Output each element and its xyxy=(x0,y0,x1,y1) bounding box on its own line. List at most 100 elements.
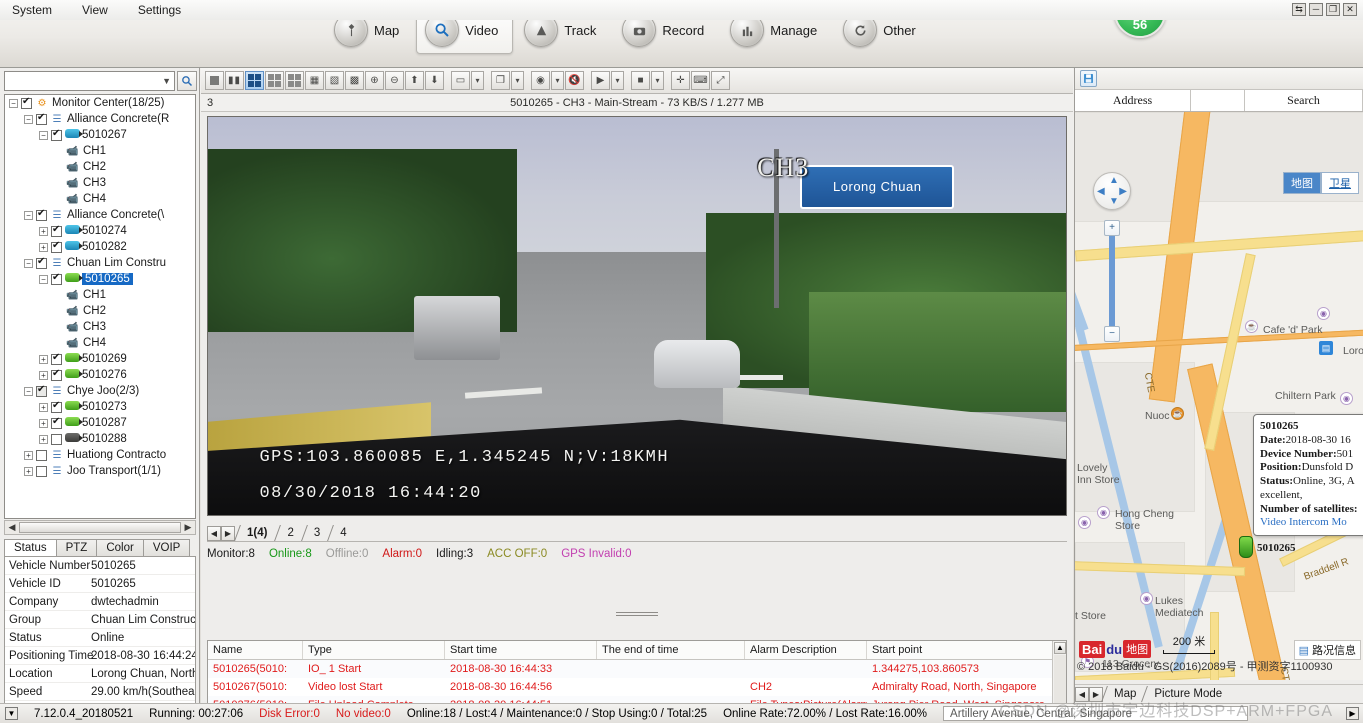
vehicle-marker-icon[interactable] xyxy=(1239,536,1253,558)
search-button[interactable] xyxy=(177,71,197,91)
window-icon[interactable]: ❐ xyxy=(491,71,510,90)
video-page-tab-2[interactable]: 2 xyxy=(275,525,301,541)
expand-icon[interactable]: + xyxy=(39,371,48,380)
snapshot-dropdown-icon[interactable]: ▾ xyxy=(551,71,564,90)
pan-down-icon[interactable]: ▼ xyxy=(1109,196,1119,207)
tree-node[interactable]: 📹CH1 xyxy=(5,287,195,303)
grid-4x4-icon[interactable]: ▩ xyxy=(345,71,364,90)
window-dropdown-icon[interactable]: ▾ xyxy=(511,71,524,90)
video-stream-view[interactable]: Lorong Chuan CH3 GPS:103.860085 E,1.3452… xyxy=(207,116,1067,516)
video-page-tab-1[interactable]: 1(4) xyxy=(235,525,275,541)
fullscreen-icon[interactable]: ⤢ xyxy=(711,71,730,90)
grid-2x2-icon[interactable] xyxy=(245,71,264,90)
tree-node[interactable]: −⚙Monitor Center(18/25) xyxy=(5,95,195,111)
traffic-info-button[interactable]: ▤ 路况信息 xyxy=(1294,640,1361,660)
tree-node-checkbox[interactable] xyxy=(51,354,62,365)
tree-node[interactable]: +5010288 xyxy=(5,431,195,447)
scroll-right-icon[interactable]: ▶ xyxy=(181,522,195,533)
zoom-in-button[interactable]: + xyxy=(1104,220,1120,236)
map-transit-icon[interactable]: ▤ xyxy=(1319,341,1333,355)
save-icon[interactable] xyxy=(1080,70,1097,87)
collapse-icon[interactable]: − xyxy=(39,131,48,140)
collapse-icon[interactable]: − xyxy=(24,211,33,220)
collapse-icon[interactable]: − xyxy=(24,115,33,124)
scroll-thumb[interactable] xyxy=(19,522,181,533)
expand-icon[interactable]: + xyxy=(39,403,48,412)
ptz-icon[interactable]: ✛ xyxy=(671,71,690,90)
zoom-out-icon[interactable]: ⊖ xyxy=(385,71,404,90)
record-icon[interactable]: ■ xyxy=(631,71,650,90)
tree-node[interactable]: +☰Huationg Contracto xyxy=(5,447,195,463)
pause-icon[interactable]: ▮▮ xyxy=(225,71,244,90)
mute-icon[interactable]: 🔇 xyxy=(565,71,584,90)
stop-icon[interactable] xyxy=(205,71,224,90)
pan-up-icon[interactable]: ▲ xyxy=(1109,175,1119,186)
tree-node-checkbox[interactable] xyxy=(51,402,62,413)
table-row[interactable]: 5010267(5010:Video lost Start2018-08-30 … xyxy=(208,678,1066,696)
page-up-icon[interactable]: ⬆ xyxy=(405,71,424,90)
map-poi-icon[interactable]: ◉ xyxy=(1097,506,1110,519)
maximize-icon[interactable]: ❐ xyxy=(1326,3,1340,16)
tree-node[interactable]: 📹CH4 xyxy=(5,335,195,351)
map-tab-map[interactable]: Map xyxy=(1103,687,1143,701)
tree-node[interactable]: +5010287 xyxy=(5,415,195,431)
popup-link-more[interactable]: Mo xyxy=(1331,516,1346,528)
pan-left-icon[interactable]: ◀ xyxy=(1097,186,1105,197)
collapse-icon[interactable]: − xyxy=(39,275,48,284)
expand-icon[interactable]: + xyxy=(39,243,48,252)
map-type-roadmap[interactable]: 地图 xyxy=(1283,172,1321,194)
tree-node[interactable]: −☰Chuan Lim Constru xyxy=(5,255,195,271)
stream-dropdown-icon[interactable]: ▾ xyxy=(471,71,484,90)
tree-node-checkbox[interactable] xyxy=(36,210,47,221)
tree-node[interactable]: −☰Chye Joo(2/3) xyxy=(5,383,195,399)
map-poi-icon[interactable]: ◉ xyxy=(1340,392,1353,405)
expand-icon[interactable]: + xyxy=(24,467,33,476)
zoom-track[interactable] xyxy=(1109,236,1115,326)
tree-node[interactable]: 📹CH1 xyxy=(5,143,195,159)
tree-node[interactable]: +5010274 xyxy=(5,223,195,239)
tree-node[interactable]: −☰Alliance Concrete(R xyxy=(5,111,195,127)
info-tab-color[interactable]: Color xyxy=(96,539,143,556)
tree-node-checkbox[interactable] xyxy=(51,130,62,141)
minimize-icon[interactable]: ─ xyxy=(1309,3,1323,16)
menu-item-system[interactable]: System xyxy=(8,2,56,18)
tree-node[interactable]: −☰Alliance Concrete(\ xyxy=(5,207,195,223)
column-header-start-time[interactable]: Start time xyxy=(445,641,597,659)
grid-1plus7-icon[interactable] xyxy=(285,71,304,90)
status-dropdown-icon[interactable]: ▼ xyxy=(5,707,18,720)
tree-node[interactable]: +5010269 xyxy=(5,351,195,367)
stream-icon[interactable]: ▭ xyxy=(451,71,470,90)
column-header-type[interactable]: Type xyxy=(303,641,445,659)
grid-1plus5-icon[interactable] xyxy=(265,71,284,90)
status-address-field[interactable]: Artillery Avenue, Central, Singapore xyxy=(943,706,1248,721)
map-type-satellite[interactable]: 卫星 xyxy=(1321,172,1359,194)
zoom-in-icon[interactable]: ⊕ xyxy=(365,71,384,90)
info-tab-ptz[interactable]: PTZ xyxy=(56,539,98,556)
menu-item-settings[interactable]: Settings xyxy=(134,2,185,18)
tree-node[interactable]: +5010282 xyxy=(5,239,195,255)
info-tab-status[interactable]: Status xyxy=(4,539,57,556)
keyboard-icon[interactable]: ⌨ xyxy=(691,71,710,90)
tree-node[interactable]: −5010267 xyxy=(5,127,195,143)
info-tab-voip[interactable]: VOIP xyxy=(143,539,190,556)
collapse-icon[interactable]: − xyxy=(24,387,33,396)
tree-node-checkbox[interactable] xyxy=(51,434,62,445)
record-dropdown-icon[interactable]: ▾ xyxy=(651,71,664,90)
tree-node[interactable]: −5010265 xyxy=(5,271,195,287)
tree-node-checkbox[interactable] xyxy=(36,258,47,269)
map-tab-prev-button[interactable]: ◀ xyxy=(1075,687,1089,702)
map-poi-icon[interactable]: ◉ xyxy=(1078,516,1091,529)
close-icon[interactable]: ✕ xyxy=(1343,3,1357,16)
map-zoom-slider[interactable]: + − xyxy=(1104,220,1120,342)
snapshot-icon[interactable]: ◉ xyxy=(531,71,550,90)
expand-icon[interactable]: + xyxy=(39,435,48,444)
page-down-icon[interactable]: ⬇ xyxy=(425,71,444,90)
device-tree[interactable]: −⚙Monitor Center(18/25)−☰Alliance Concre… xyxy=(4,94,196,519)
popup-link-video[interactable]: Video xyxy=(1260,516,1286,528)
zoom-out-button[interactable]: − xyxy=(1104,326,1120,342)
tree-node-checkbox[interactable] xyxy=(51,370,62,381)
video-page-tab-4[interactable]: 4 xyxy=(328,525,354,541)
expand-icon[interactable]: + xyxy=(39,355,48,364)
grid-1plus12-icon[interactable]: ▧ xyxy=(325,71,344,90)
tree-node-checkbox[interactable] xyxy=(51,418,62,429)
